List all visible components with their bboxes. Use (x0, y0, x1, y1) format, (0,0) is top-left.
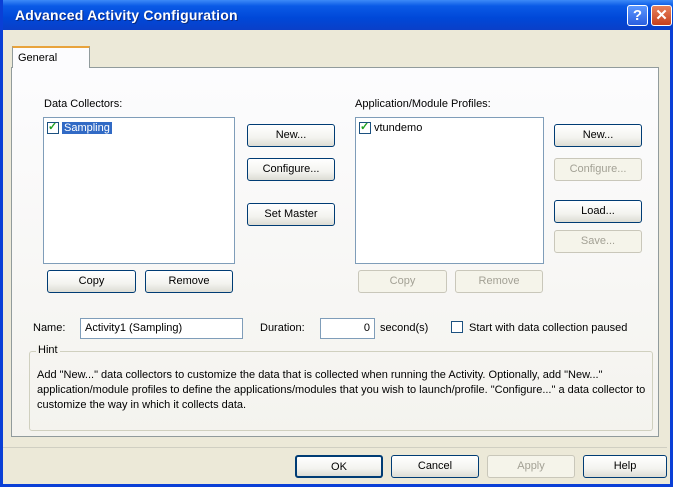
list-item-label: Sampling (62, 122, 112, 134)
duration-label: Duration: (260, 322, 305, 334)
cancel-button[interactable]: Cancel (391, 455, 479, 478)
duration-unit-label: second(s) (380, 322, 429, 334)
data-collectors-label: Data Collectors: (44, 98, 123, 110)
profile-copy-button[interactable]: Copy (358, 270, 447, 293)
collector-new-button[interactable]: New... (247, 124, 335, 147)
question-icon: ? (632, 7, 643, 24)
list-item[interactable]: Sampling (47, 120, 112, 135)
window-title: Advanced Activity Configuration (15, 7, 238, 23)
name-label: Name: (33, 322, 66, 334)
help-button[interactable]: Help (583, 455, 667, 478)
apply-button[interactable]: Apply (487, 455, 575, 478)
profile-remove-button[interactable]: Remove (455, 270, 543, 293)
profile-configure-button[interactable]: Configure... (554, 158, 642, 181)
tab-general-label: General (18, 52, 58, 64)
paused-checkbox[interactable] (451, 321, 463, 333)
title-bar[interactable]: Advanced Activity Configuration ? ✕ (3, 0, 673, 30)
profile-new-button[interactable]: New... (554, 124, 642, 147)
load-button[interactable]: Load... (554, 200, 642, 223)
item-checkbox[interactable] (359, 120, 371, 134)
tab-general[interactable]: General (12, 46, 90, 68)
collector-copy-button[interactable]: Copy (47, 270, 136, 293)
list-item[interactable]: vtundemo (359, 120, 423, 135)
duration-input[interactable]: 0 (320, 318, 375, 339)
ok-button[interactable]: OK (295, 455, 383, 478)
close-icon: ✕ (655, 7, 668, 24)
hint-legend: Hint (36, 344, 60, 356)
collector-configure-button[interactable]: Configure... (247, 158, 335, 181)
save-button[interactable]: Save... (554, 230, 642, 253)
hint-text: Add "New..." data collectors to customiz… (37, 369, 646, 411)
collector-remove-button[interactable]: Remove (145, 270, 233, 293)
paused-checkbox-label: Start with data collection paused (469, 322, 628, 334)
data-collectors-list[interactable]: Sampling (43, 117, 235, 264)
profiles-label: Application/Module Profiles: (355, 98, 491, 110)
list-item-label: vtundemo (374, 122, 423, 134)
name-input[interactable]: Activity1 (Sampling) (80, 318, 243, 339)
help-title-button[interactable]: ? (627, 5, 648, 26)
footer-separator (3, 447, 667, 448)
close-button[interactable]: ✕ (651, 5, 672, 26)
set-master-button[interactable]: Set Master (247, 203, 335, 226)
item-checkbox[interactable] (47, 120, 59, 134)
profiles-list[interactable]: vtundemo (355, 117, 544, 264)
